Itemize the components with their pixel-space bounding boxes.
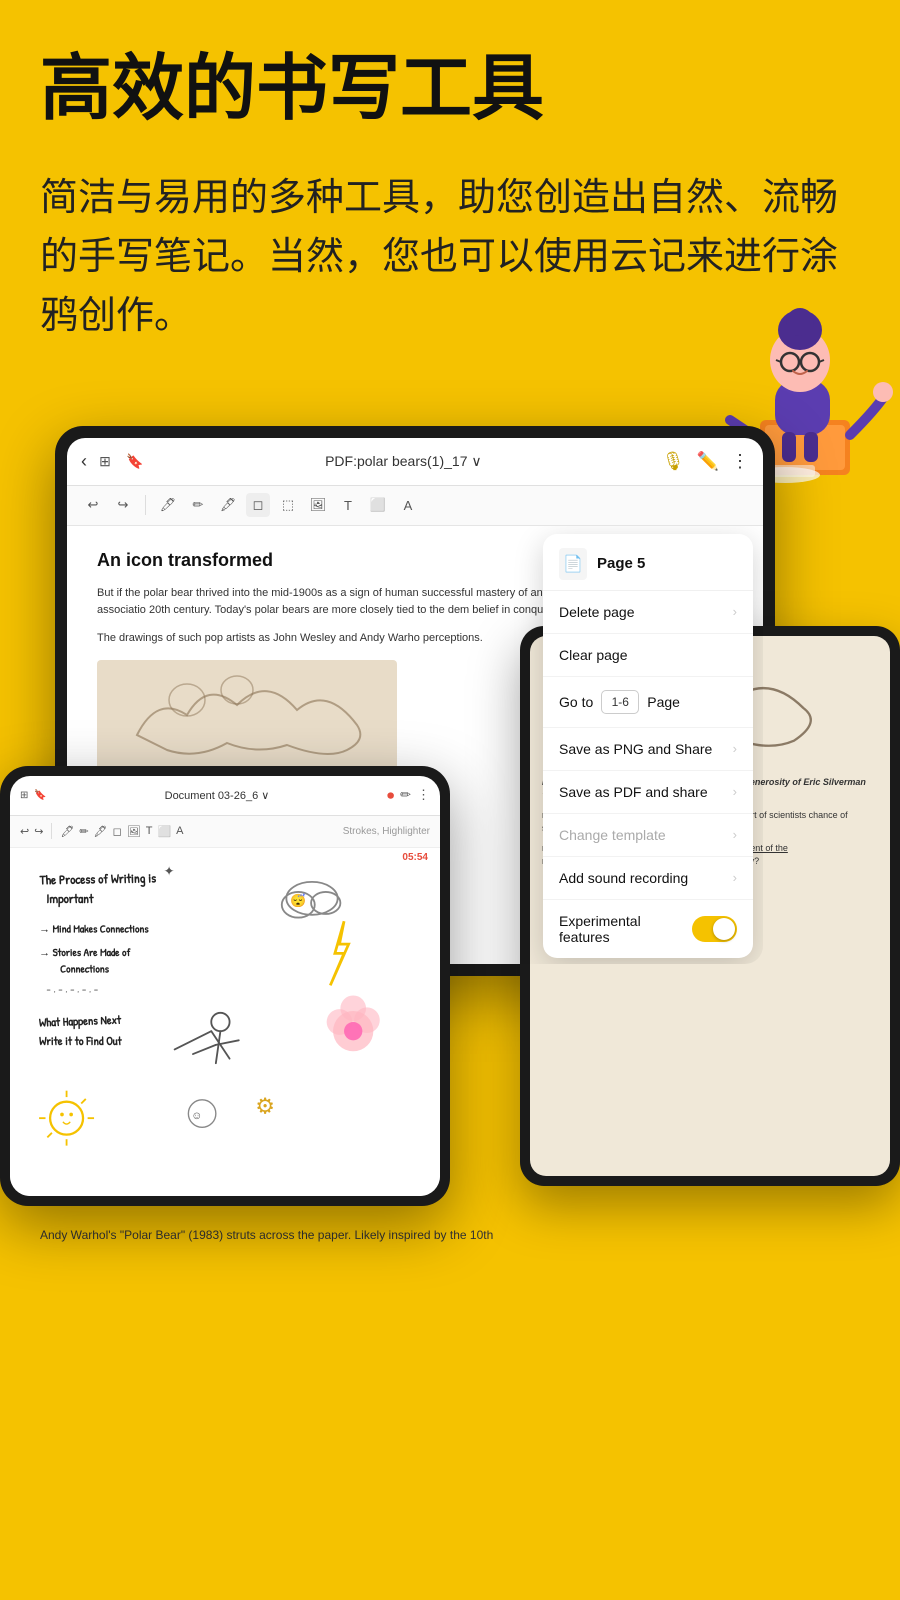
phone-font[interactable]: A (176, 825, 183, 837)
phone-screen: ⊞ 🔖 Document 03-26_6 ∨ ⏺ ✏ ⋮ ↩ ↪ 🖊 ✏ 🖋 ◻… (10, 776, 440, 1196)
phone-record-icon[interactable]: ⏺ (387, 787, 394, 804)
bottom-section: Andy Warhol's "Polar Bear" (1983) struts… (0, 1206, 900, 1274)
svg-text:☺: ☺ (191, 1110, 202, 1122)
phone-redo[interactable]: ↪ (34, 825, 43, 838)
phone-canvas: 05:54 The Process of Writing is Importan… (10, 848, 440, 1196)
phone-pen-3[interactable]: 🖋 (94, 825, 108, 838)
toolbar-icons: ⊞ 🔖 (95, 451, 145, 471)
goto-page-item[interactable]: Go to Page (543, 677, 753, 728)
delete-page-label: Delete page (559, 604, 635, 620)
mic-icon[interactable]: 🎙 (662, 451, 685, 472)
svg-text:- . - . - . - . -: - . - . - . - . - (46, 983, 98, 997)
strokes-label: Strokes, Highlighter (343, 826, 430, 837)
save-pdf-chevron: › (733, 784, 737, 799)
phone-pen-toolbar: ↩ ↪ 🖊 ✏ 🖋 ◻ 🖼 T ⬜ A Strokes, Highlighter (10, 816, 440, 848)
pen-tool-shape[interactable]: ⬜ (366, 493, 390, 517)
dropdown-menu: 📄 Page 5 Delete page › Clear page Go to (543, 534, 753, 958)
delete-page-item[interactable]: Delete page › (543, 591, 753, 634)
delete-page-chevron: › (733, 604, 737, 619)
save-pdf-label: Save as PDF and share (559, 784, 708, 800)
phone-textbox[interactable]: T (146, 825, 153, 837)
add-sound-label: Add sound recording (559, 870, 688, 886)
page-icon: 📄 (559, 548, 587, 580)
svg-text:✦: ✦ (164, 863, 175, 878)
change-template-label: Change template (559, 827, 666, 843)
toolbar-right: 🎙 ✏️ ⋮ (662, 451, 749, 472)
phone-eraser[interactable]: ◻ (113, 825, 122, 838)
pen-tool-font[interactable]: A (396, 493, 420, 517)
phone-pen-1[interactable]: 🖊 (60, 825, 74, 838)
phone-pen-2[interactable]: ✏ (79, 825, 88, 838)
phone-doc-title: Document 03-26_6 ∨ (53, 789, 381, 802)
undo-button[interactable]: ↩ (81, 493, 105, 517)
pen-toolbar: ↩ ↪ 🖊 ✏ 🖋 ◻ ⬚ 🖼 T ⬜ A (67, 486, 763, 526)
clear-page-item[interactable]: Clear page (543, 634, 753, 677)
goto-input[interactable] (601, 690, 639, 714)
more-button[interactable]: ⋮ (731, 451, 749, 472)
doc-title-label: PDF:polar bears(1)_17 ∨ (153, 453, 654, 470)
pen-tool-pencil[interactable]: ✏ (186, 493, 210, 517)
experimental-item[interactable]: Experimental features (543, 900, 753, 958)
add-sound-chevron: › (733, 870, 737, 885)
main-toolbar: ‹ ⊞ 🔖 PDF:polar bears(1)_17 ∨ 🎙 ✏️ ⋮ (67, 438, 763, 486)
svg-text:→ Stories Are Made of: → Stories Are Made of (39, 946, 131, 960)
save-pdf-item[interactable]: Save as PDF and share › (543, 771, 753, 814)
device-area: ‹ ⊞ 🔖 PDF:polar bears(1)_17 ∨ 🎙 ✏️ ⋮ ↩ ↪… (0, 426, 900, 1206)
bookmark-icon[interactable]: 🔖 (125, 451, 145, 471)
redo-button[interactable]: ↪ (111, 493, 135, 517)
svg-text:Connections: Connections (60, 962, 110, 976)
phone-undo[interactable]: ↩ (20, 825, 29, 838)
pen-tool-text[interactable]: T (336, 493, 360, 517)
pen-tool-image[interactable]: 🖼 (306, 493, 330, 517)
save-png-chevron: › (733, 741, 737, 756)
hero-section: 高效的书写工具 简洁与易用的多种工具，助您创造出自然、流畅的手写笔记。当然，您也… (0, 0, 900, 366)
phone-shape[interactable]: ⬜ (157, 825, 171, 838)
page-suffix: Page (647, 694, 680, 710)
experimental-toggle[interactable] (692, 916, 737, 942)
svg-text:😴: 😴 (290, 893, 306, 908)
phone-pen-icon[interactable]: ✏ (400, 787, 411, 803)
phone-toolbar: ⊞ 🔖 Document 03-26_6 ∨ ⏺ ✏ ⋮ (10, 776, 440, 816)
toolbar-divider (145, 495, 146, 515)
svg-text:What Happens Next: What Happens Next (39, 1012, 123, 1032)
experimental-label: Experimental features (559, 913, 692, 945)
save-png-item[interactable]: Save as PNG and Share › (543, 728, 753, 771)
pen-icon[interactable]: ✏️ (697, 451, 719, 472)
hero-title: 高效的书写工具 (40, 50, 860, 129)
add-sound-item[interactable]: Add sound recording › (543, 857, 753, 900)
svg-text:Important: Important (46, 890, 94, 908)
phone-image[interactable]: 🖼 (127, 825, 141, 838)
bottom-text: Andy Warhol's "Polar Bear" (1983) struts… (40, 1226, 860, 1244)
pen-tool-pen[interactable]: 🖊 (156, 493, 180, 517)
toggle-knob (713, 918, 735, 940)
phone-small: ⊞ 🔖 Document 03-26_6 ∨ ⏺ ✏ ⋮ ↩ ↪ 🖊 ✏ 🖋 ◻… (0, 766, 450, 1206)
save-png-label: Save as PNG and Share (559, 741, 712, 757)
svg-text:→ Mind Makes Connections: → Mind Makes Connections (39, 922, 149, 936)
change-template-item: Change template › (543, 814, 753, 857)
phone-back[interactable]: ⊞ (20, 790, 28, 801)
svg-text:Write it to Find Out: Write it to Find Out (39, 1033, 122, 1049)
page-title: Page 5 (597, 555, 645, 572)
pen-tool-marker[interactable]: 🖋 (216, 493, 240, 517)
phone-divider (51, 823, 52, 839)
clear-page-label: Clear page (559, 647, 628, 663)
back-button[interactable]: ‹ (81, 451, 87, 472)
dropdown-header: 📄 Page 5 (543, 534, 753, 591)
pen-tool-eraser[interactable]: ◻ (246, 493, 270, 517)
phone-more-button[interactable]: ⋮ (417, 787, 430, 803)
grid-icon[interactable]: ⊞ (95, 451, 115, 471)
change-template-chevron: › (733, 827, 737, 842)
goto-group: Go to Page (559, 690, 680, 714)
svg-text:⚙: ⚙ (255, 1093, 275, 1118)
doc-image (97, 660, 397, 780)
pen-tool-select[interactable]: ⬚ (276, 493, 300, 517)
phone-bookmark[interactable]: 🔖 (34, 790, 46, 801)
goto-label: Go to (559, 694, 593, 710)
svg-text:The Process of Writing is: The Process of Writing is (39, 869, 157, 889)
